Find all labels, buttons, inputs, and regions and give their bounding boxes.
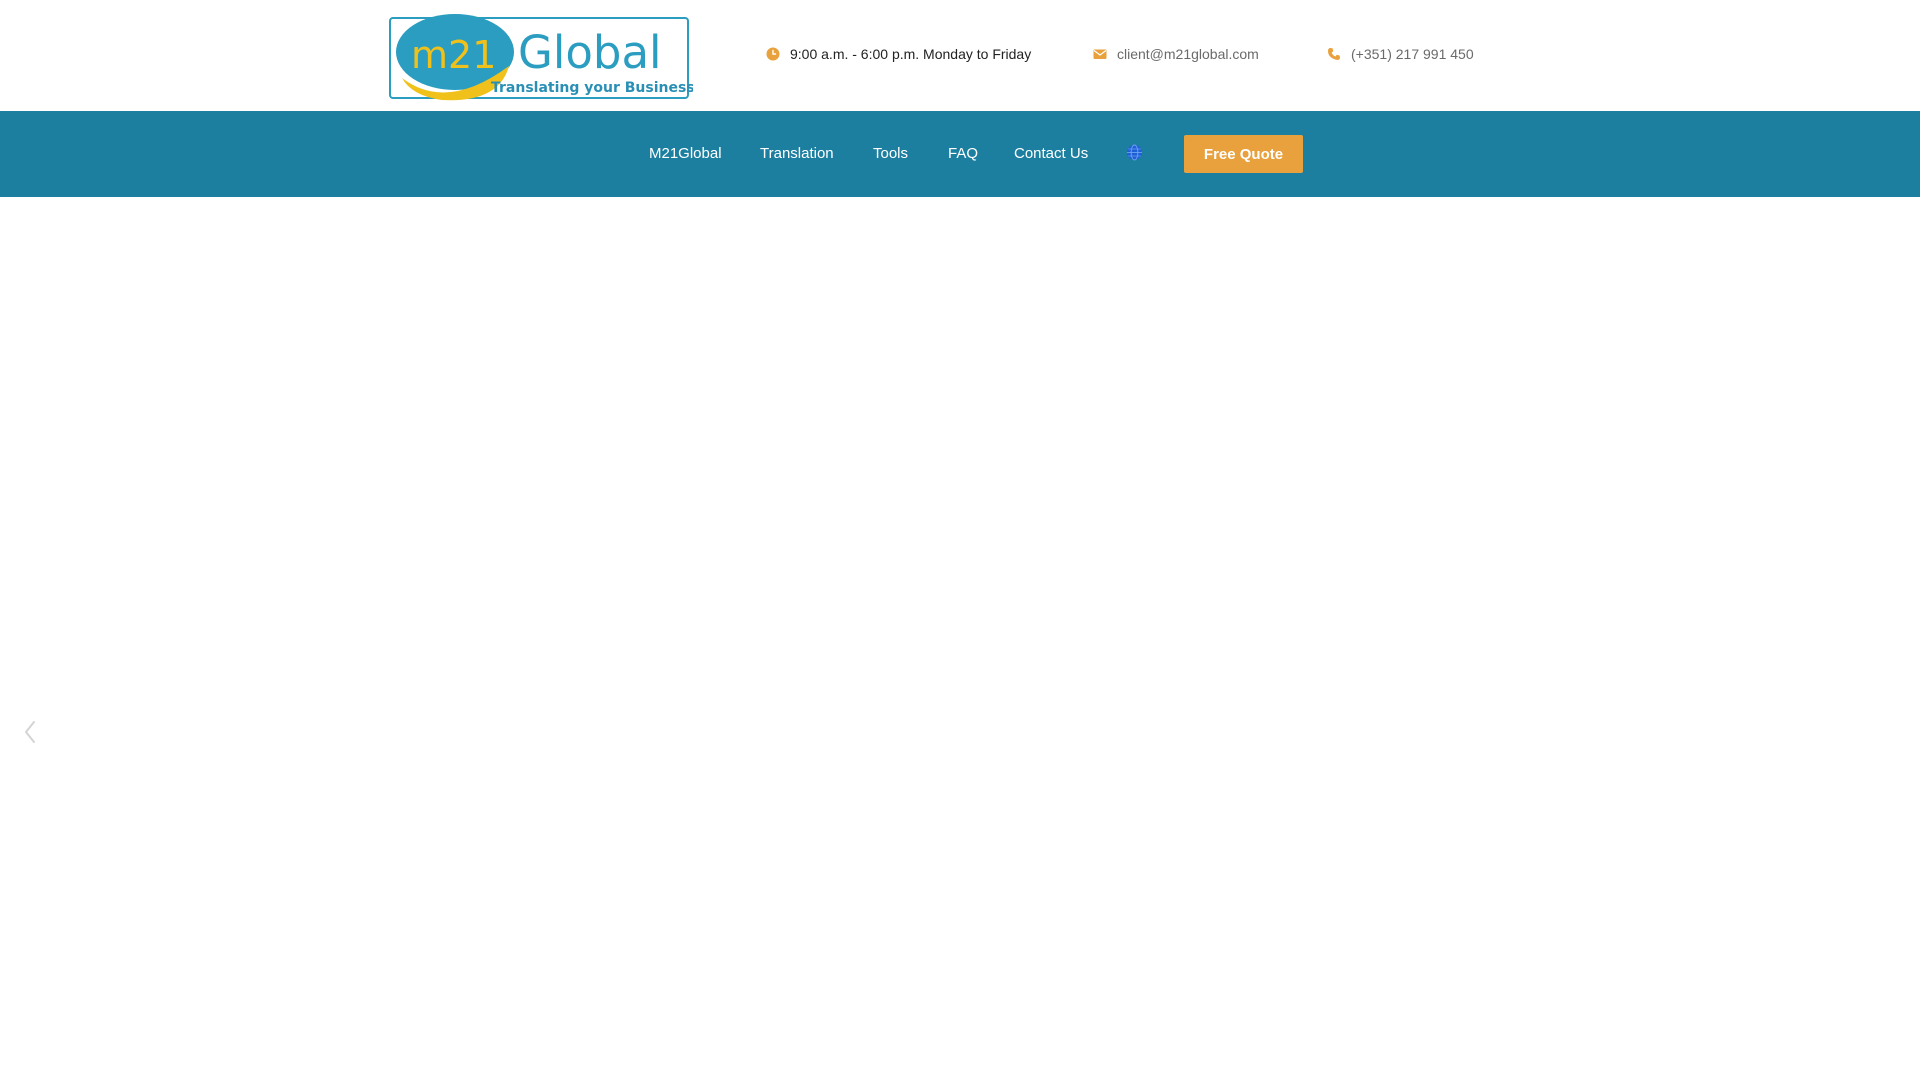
main-navigation: M21Global Translation Tools FAQ Contact …: [0, 111, 1920, 197]
globe-icon[interactable]: [1126, 144, 1143, 161]
contact-email[interactable]: client@m21global.com: [1093, 46, 1259, 62]
phone-icon: [1327, 47, 1341, 61]
clock-icon: [766, 47, 780, 61]
free-quote-button[interactable]: Free Quote: [1184, 135, 1303, 173]
business-hours-text: 9:00 a.m. - 6:00 p.m. Monday to Friday: [790, 46, 1032, 62]
contact-phone[interactable]: (+351) 217 991 450: [1327, 46, 1474, 62]
site-logo[interactable]: m21 Global Translating your Business: [387, 8, 693, 103]
nav-item-tools[interactable]: Tools: [873, 145, 908, 163]
envelope-icon: [1093, 47, 1107, 61]
nav-item-m21global[interactable]: M21Global: [649, 145, 722, 163]
chevron-left-icon[interactable]: [21, 719, 39, 745]
nav-item-contact-us[interactable]: Contact Us: [1014, 145, 1088, 163]
nav-item-faq[interactable]: FAQ: [948, 145, 978, 163]
svg-text:Translating your Business: Translating your Business: [491, 80, 693, 96]
site-header: m21 Global Translating your Business 9:0…: [0, 0, 1920, 111]
m21global-logo: m21 Global Translating your Business: [389, 14, 693, 101]
svg-text:Global: Global: [518, 26, 662, 79]
contact-email-text[interactable]: client@m21global.com: [1117, 46, 1259, 62]
hero-slider: [0, 197, 1920, 1080]
svg-text:m21: m21: [411, 33, 496, 77]
contact-phone-text[interactable]: (+351) 217 991 450: [1351, 46, 1474, 62]
business-hours: 9:00 a.m. - 6:00 p.m. Monday to Friday: [766, 46, 1031, 62]
nav-item-translation[interactable]: Translation: [760, 145, 834, 163]
